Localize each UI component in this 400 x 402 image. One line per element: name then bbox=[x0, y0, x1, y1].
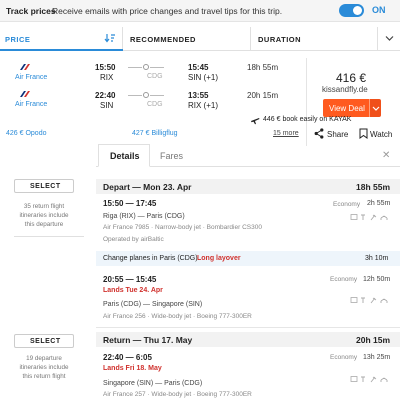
more-providers-link[interactable]: 15 more bbox=[273, 130, 299, 137]
route-line bbox=[150, 67, 164, 68]
segment-aircraft: Air France 7985 · Narrow-body jet · Bomb… bbox=[103, 224, 262, 231]
share-icon[interactable] bbox=[314, 128, 324, 139]
segment-duration: 13h 25m bbox=[363, 354, 391, 361]
segment-duration: 2h 55m bbox=[367, 200, 391, 207]
depart-time: 22:40 bbox=[95, 91, 116, 100]
air-france-logo-icon bbox=[20, 91, 30, 97]
route-line bbox=[150, 95, 164, 96]
return-leg-title: Return — Thu 17. May bbox=[103, 335, 193, 345]
segment-time: 15:50 — 17:45 bbox=[103, 199, 157, 208]
sort-duration-label: DURATION bbox=[258, 35, 302, 44]
vendor-name[interactable]: kissandfly.de bbox=[322, 85, 368, 94]
deal-options-button[interactable] bbox=[369, 99, 381, 117]
track-prices-toggle[interactable] bbox=[339, 4, 364, 17]
active-sort-indicator bbox=[0, 49, 123, 51]
route-line bbox=[128, 67, 142, 68]
amenity-icons bbox=[350, 214, 388, 221]
chevron-down-icon bbox=[372, 106, 380, 111]
provider-link[interactable]: 427 € Billigflug bbox=[132, 130, 178, 137]
arrive-code: SIN (+1) bbox=[188, 73, 219, 82]
amenity-icons bbox=[350, 297, 388, 304]
depart-leg-title: Depart — Mon 23. Apr bbox=[103, 182, 192, 192]
segment-time: 20:55 — 15:45 bbox=[103, 275, 157, 284]
toggle-knob bbox=[353, 6, 362, 15]
bookmark-icon[interactable] bbox=[359, 128, 368, 139]
section-divider bbox=[96, 327, 400, 328]
cabin-class: Economy bbox=[330, 276, 358, 283]
kayak-offer[interactable]: 446 € book easily on KAYAK bbox=[263, 116, 351, 123]
airline-name: Air France bbox=[15, 101, 48, 108]
layover-warning: Long layover bbox=[197, 255, 241, 262]
select-label: SELECT bbox=[30, 338, 61, 345]
segment-aircraft: Air France 256 · Wide-body jet · Boeing … bbox=[103, 313, 252, 320]
air-france-logo-icon bbox=[20, 64, 30, 70]
track-prices-description: Receive emails with price changes and tr… bbox=[52, 6, 283, 16]
segment-duration: 12h 50m bbox=[363, 276, 391, 283]
sort-price-label: PRICE bbox=[5, 35, 31, 44]
arrival-date-warning: Lands Tue 24. Apr bbox=[103, 287, 163, 294]
stop-dot bbox=[143, 64, 149, 70]
amenity-icons bbox=[350, 376, 388, 383]
close-details-icon[interactable]: ✕ bbox=[382, 150, 390, 161]
return-leg-total: 20h 15m bbox=[356, 335, 391, 345]
layover-text: Change planes in Paris (CDG) bbox=[103, 255, 198, 262]
itinerary-note: 19 departure itineraries include this re… bbox=[19, 355, 69, 380]
chevron-down-icon[interactable] bbox=[385, 35, 394, 42]
result-price: 416 € bbox=[336, 71, 367, 85]
stop-dot bbox=[143, 92, 149, 98]
share-button[interactable]: Share bbox=[327, 130, 348, 139]
flight-duration: 18h 55m bbox=[247, 63, 279, 72]
depart-code: SIN bbox=[100, 101, 114, 110]
cabin-class: Economy bbox=[333, 201, 361, 208]
stop-code: CDG bbox=[147, 101, 163, 108]
airline-name: Air France bbox=[15, 74, 48, 81]
tab-fares[interactable]: Fares bbox=[160, 151, 183, 161]
watch-button[interactable]: Watch bbox=[370, 130, 392, 139]
plane-icon bbox=[251, 118, 260, 125]
depart-leg-total: 18h 55m bbox=[356, 182, 391, 192]
arrival-date-warning: Lands Fri 18. May bbox=[103, 365, 162, 372]
segment-route: Singapore (SIN) — Paris (CDG) bbox=[103, 380, 203, 387]
arrive-time: 13:55 bbox=[188, 91, 209, 100]
price-column-divider bbox=[306, 58, 307, 146]
segment-operator: Operated by airBaltic bbox=[103, 236, 164, 243]
stop-code: CDG bbox=[147, 73, 163, 80]
track-prices-title: Track prices bbox=[6, 6, 56, 16]
itinerary-note: 35 return flight itineraries include thi… bbox=[19, 203, 69, 228]
depart-time: 15:50 bbox=[95, 63, 116, 72]
sort-descending-icon bbox=[104, 34, 115, 43]
layover-duration: 3h 10m bbox=[365, 255, 389, 262]
section-divider bbox=[14, 236, 84, 237]
segment-aircraft: Air France 257 · Wide-body jet · Boeing … bbox=[103, 391, 252, 398]
toggle-state-label: ON bbox=[372, 5, 386, 15]
arrive-time: 15:45 bbox=[188, 63, 209, 72]
provider-link[interactable]: 426 € Opodo bbox=[6, 130, 46, 137]
arrive-code: RIX (+1) bbox=[188, 101, 219, 110]
flight-duration: 20h 15m bbox=[247, 91, 279, 100]
cabin-class: Economy bbox=[330, 354, 358, 361]
segment-route: Riga (RIX) — Paris (CDG) bbox=[103, 213, 185, 220]
segment-route: Paris (CDG) — Singapore (SIN) bbox=[103, 301, 203, 308]
tab-details-label: Details bbox=[110, 151, 140, 161]
segment-time: 22:40 — 6:05 bbox=[103, 353, 152, 362]
sort-recommended-label: RECOMMENDED bbox=[130, 35, 196, 44]
depart-code: RIX bbox=[100, 73, 114, 82]
select-label: SELECT bbox=[30, 183, 61, 190]
route-line bbox=[128, 95, 142, 96]
view-deal-label: View Deal bbox=[329, 104, 365, 113]
